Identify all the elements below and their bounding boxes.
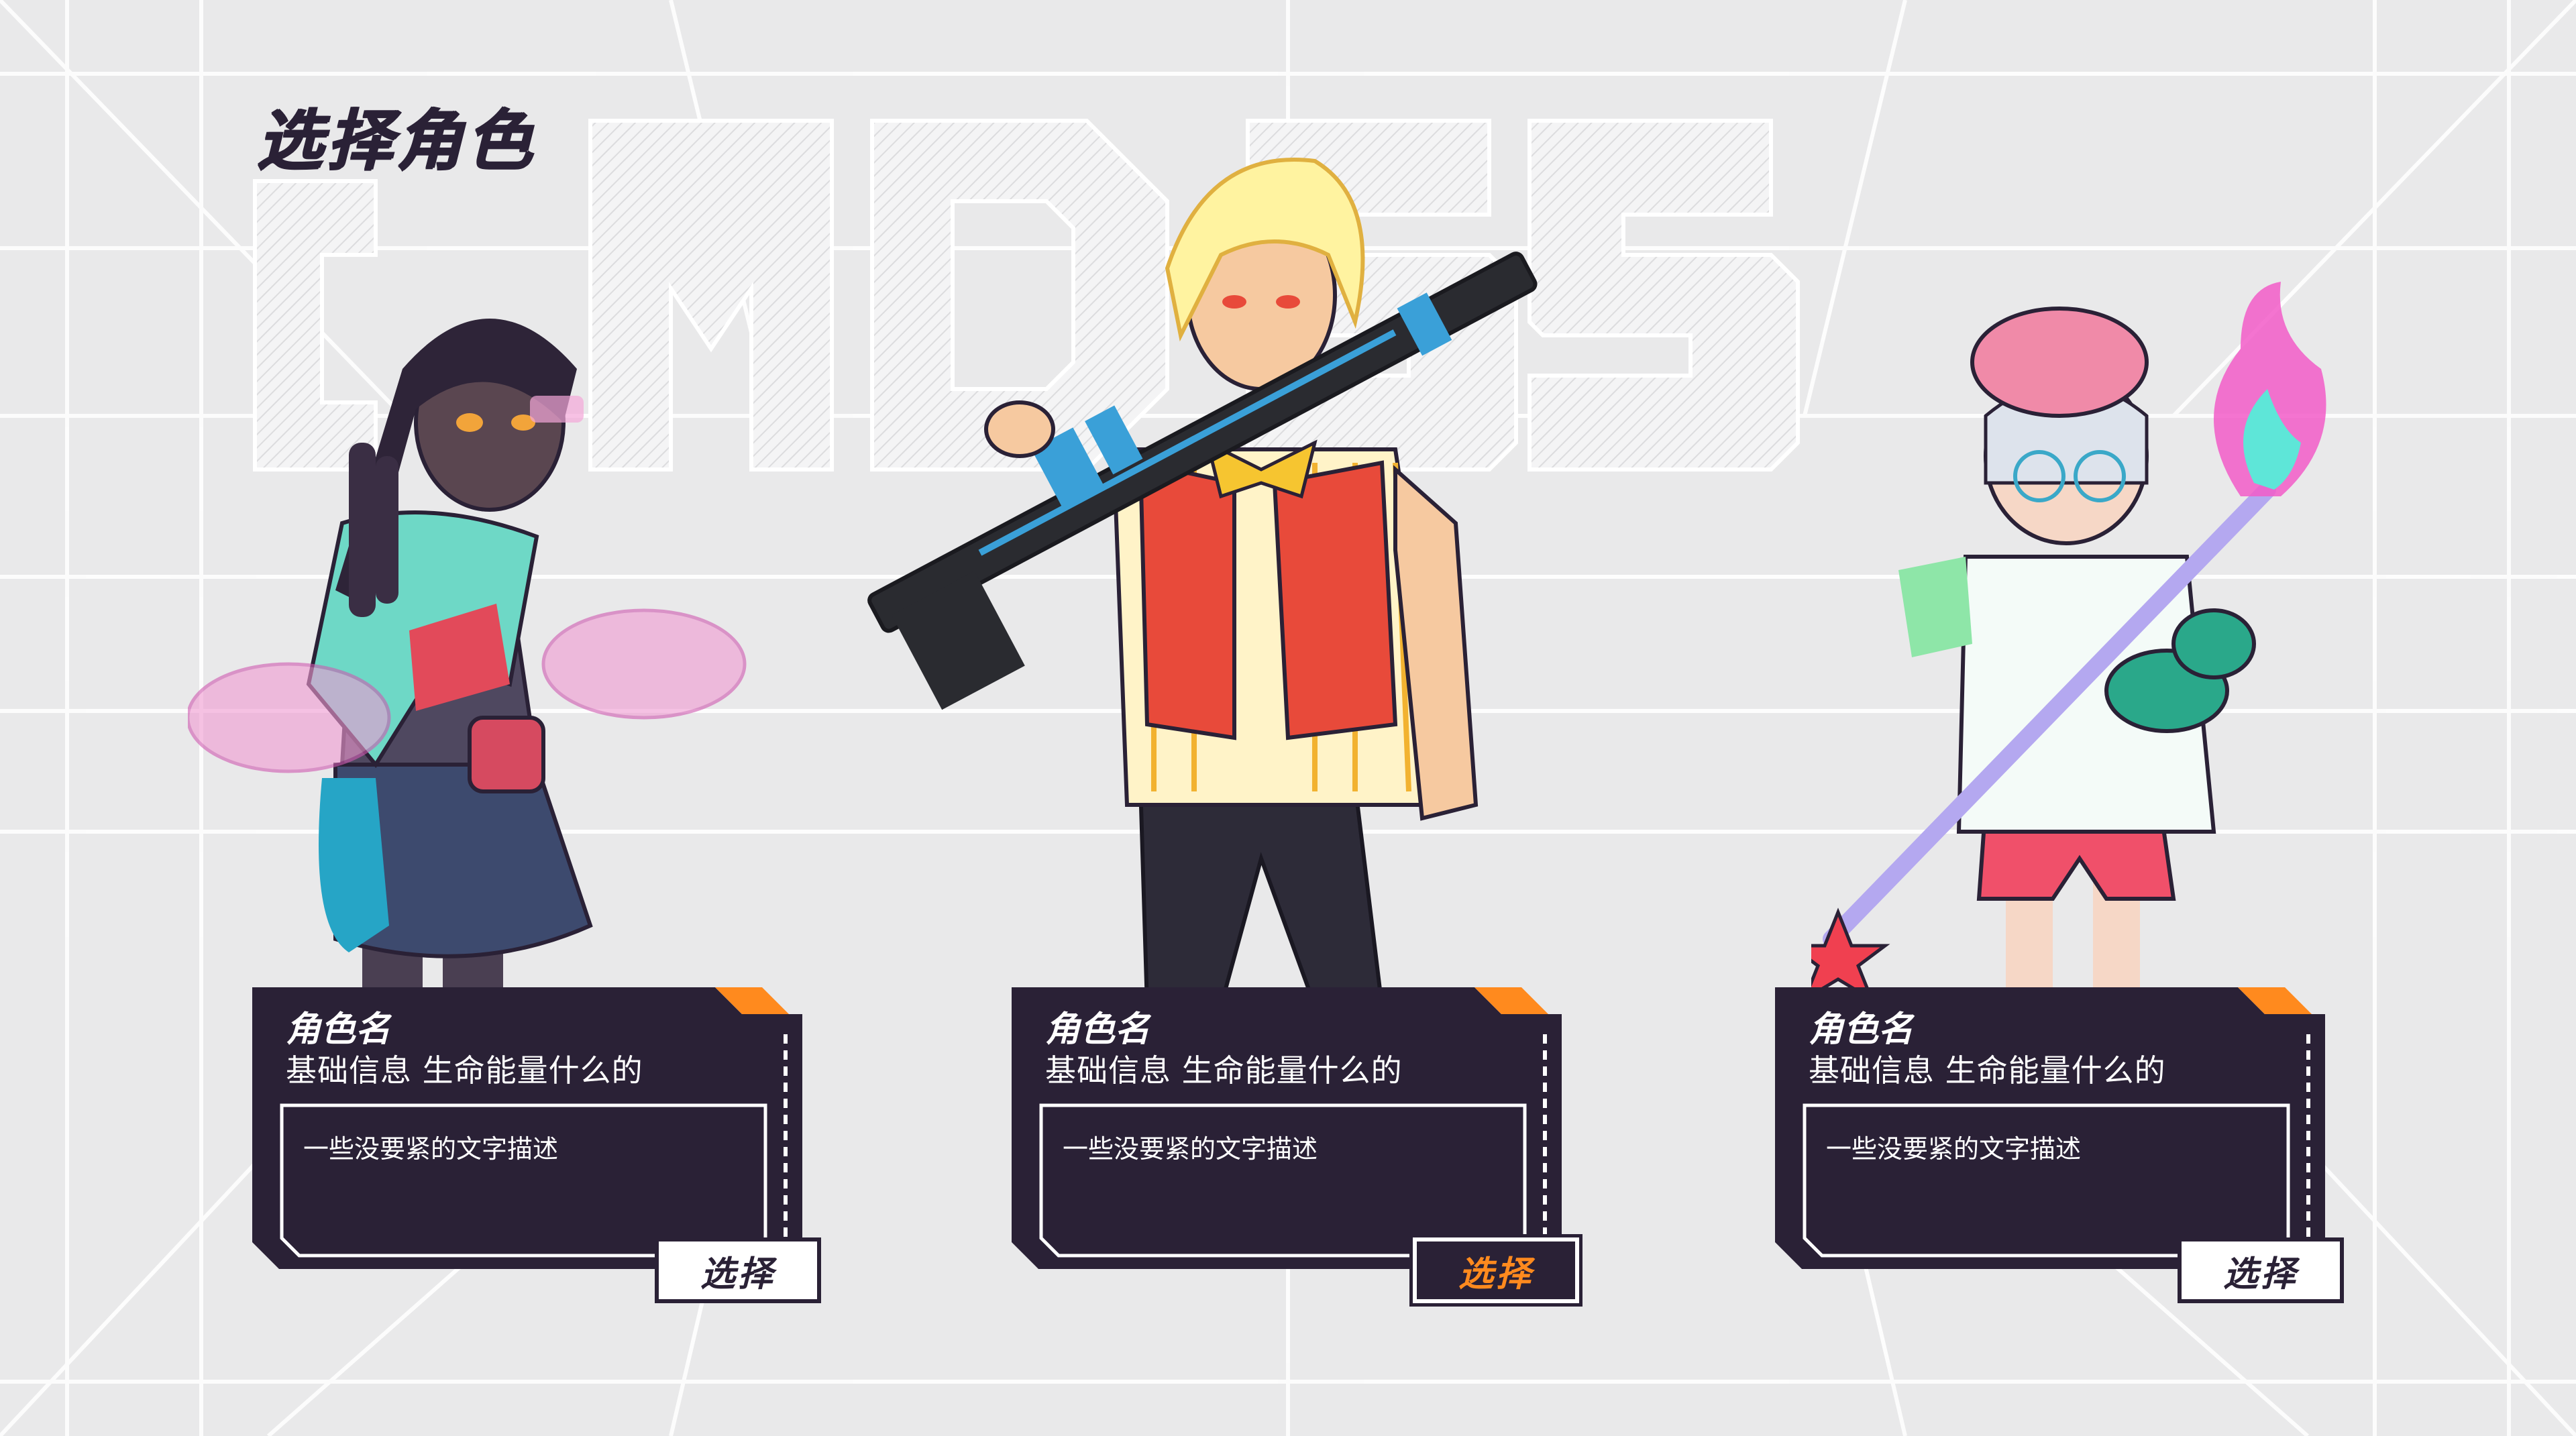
character-card-1: 角色名 基础信息 生命能量什么的 一些没要紧的文字描述 选择	[252, 987, 829, 1303]
character-card-2: 角色名 基础信息 生命能量什么的 一些没要紧的文字描述 选择	[1012, 987, 1589, 1307]
character-stats: 基础信息 生命能量什么的	[1045, 1052, 1403, 1089]
character-description: 一些没要紧的文字描述	[1826, 1134, 2082, 1164]
character-portrait-1[interactable]	[188, 255, 792, 1006]
character-portrait-3[interactable]	[1811, 268, 2348, 1006]
character-description: 一些没要紧的文字描述	[303, 1134, 559, 1164]
character-stats: 基础信息 生命能量什么的	[1809, 1052, 2166, 1089]
character-stats: 基础信息 生命能量什么的	[286, 1052, 643, 1089]
character-description: 一些没要紧的文字描述	[1063, 1134, 1318, 1164]
select-button-1[interactable]: 选择	[655, 1237, 821, 1303]
page-title: 选择角色	[256, 103, 536, 179]
select-button-3[interactable]: 选择	[2178, 1237, 2344, 1303]
character-name: 角色名	[1809, 1009, 1914, 1050]
character-name: 角色名	[1045, 1009, 1150, 1050]
character-name: 角色名	[286, 1009, 391, 1050]
character-portrait-2[interactable]	[805, 148, 1610, 1006]
select-button-2-active[interactable]: 选择	[1409, 1234, 1582, 1307]
character-card-3: 角色名 基础信息 生命能量什么的 一些没要紧的文字描述 选择	[1775, 987, 2352, 1303]
